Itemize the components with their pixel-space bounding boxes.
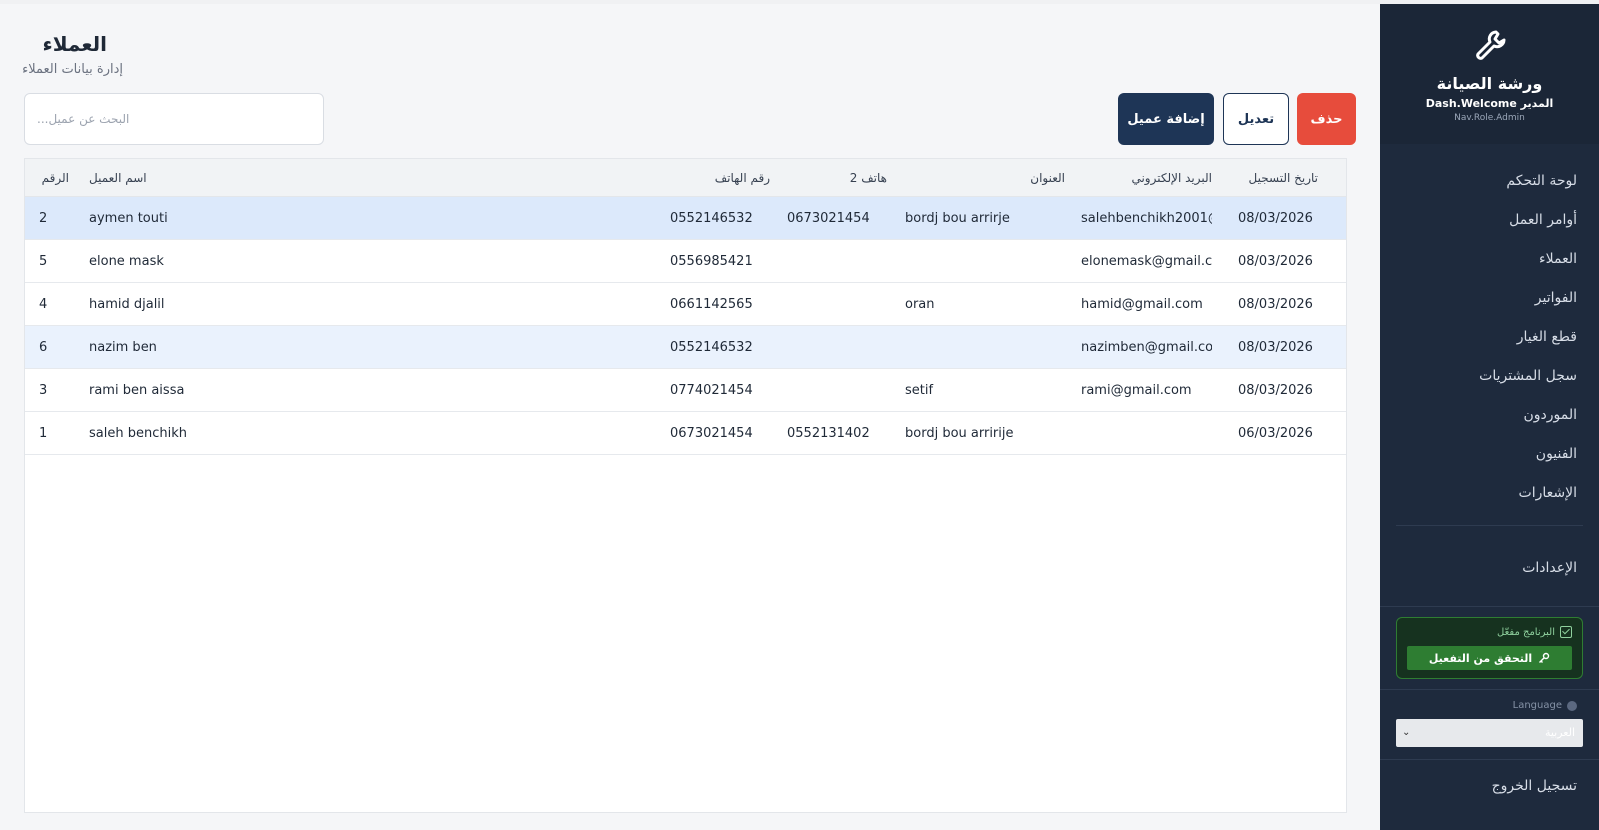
header-email[interactable]: البريد الإلكتروني xyxy=(1081,159,1212,197)
divider xyxy=(1380,689,1599,690)
page-subtitle: إدارة بيانات العملاء xyxy=(22,62,123,77)
cell-name: aymen touti xyxy=(89,211,168,226)
cell-num: 4 xyxy=(39,297,48,312)
logout-button[interactable]: تسجيل الخروج xyxy=(1380,778,1599,794)
table-row[interactable]: 2 aymen touti 0552146532 0673021454 bord… xyxy=(25,197,1346,240)
user-role: Nav.Role.Admin xyxy=(1454,113,1525,123)
verify-activation-label: التحقق من التفعيل xyxy=(1428,651,1533,665)
sidebar-item-technicians[interactable]: الفنيون xyxy=(1380,435,1599,474)
table-row[interactable]: 3 rami ben aissa 0774021454 setif rami@g… xyxy=(25,369,1346,412)
key-icon xyxy=(1539,652,1550,663)
cell-num: 1 xyxy=(39,426,48,441)
cell-date: 08/03/2026 xyxy=(1238,211,1313,226)
header-address[interactable]: العنوان xyxy=(905,159,1065,197)
wrench-icon xyxy=(1470,26,1510,66)
divider xyxy=(1396,525,1583,526)
chevron-down-icon: ⌄ xyxy=(1402,727,1411,738)
cell-date: 08/03/2026 xyxy=(1238,383,1313,398)
sidebar-brand: ورشة الصيانة المدير Dash.Welcome Nav.Rol… xyxy=(1380,4,1599,144)
table-header: الرقم اسم العميل رقم الهاتف هاتف 2 العنو… xyxy=(25,159,1346,197)
license-status: البرنامج مفعّل xyxy=(1407,626,1572,638)
language-select[interactable]: العربية ⌄ xyxy=(1396,719,1583,747)
cell-name: nazim ben xyxy=(89,340,157,355)
cell-name: hamid djalil xyxy=(89,297,165,312)
cell-email: nazimben@gmail.com xyxy=(1081,340,1212,355)
license-status-text: البرنامج مفعّل xyxy=(1497,626,1555,638)
globe-icon xyxy=(1567,700,1577,711)
brand-title: ورشة الصيانة xyxy=(1436,74,1543,93)
customers-table: الرقم اسم العميل رقم الهاتف هاتف 2 العنو… xyxy=(24,158,1347,813)
cell-address: bordj bou arririje xyxy=(905,426,1014,441)
language-select-value: العربية xyxy=(1544,726,1575,739)
sidebar-item-purchases[interactable]: سجل المشتريات xyxy=(1380,357,1599,396)
cell-email: rami@gmail.com xyxy=(1081,383,1192,398)
sidebar-item-suppliers[interactable]: الموردون xyxy=(1380,396,1599,435)
table-row[interactable]: 6 nazim ben 0552146532 nazimben@gmail.co… xyxy=(25,326,1346,369)
cell-name: saleh benchikh xyxy=(89,426,187,441)
sidebar: ورشة الصيانة المدير Dash.Welcome Nav.Rol… xyxy=(1380,4,1599,830)
cell-phone2: 0673021454 xyxy=(787,211,870,226)
language-label: Language xyxy=(1380,700,1599,711)
cell-address: bordj bou arrirje xyxy=(905,211,1010,226)
welcome-text: المدير Dash.Welcome xyxy=(1425,97,1554,110)
header-num[interactable]: الرقم xyxy=(39,159,69,197)
sidebar-item-settings[interactable]: الإعدادات xyxy=(1380,552,1599,584)
table-row[interactable]: 5 elone mask 0556985421 elonemask@gmail.… xyxy=(25,240,1346,283)
cell-date: 06/03/2026 xyxy=(1238,426,1313,441)
cell-phone: 0774021454 xyxy=(670,383,753,398)
cell-phone: 0552146532 xyxy=(670,211,753,226)
cell-phone: 0552146532 xyxy=(670,340,753,355)
cell-email: hamid@gmail.com xyxy=(1081,297,1203,312)
cell-name: elone mask xyxy=(89,254,164,269)
table-row[interactable]: 1 saleh benchikh 0673021454 0552131402 b… xyxy=(25,412,1346,455)
page-title: العملاء xyxy=(42,32,107,56)
main-content: العملاء إدارة بيانات العملاء إضافة عميل … xyxy=(22,4,1356,830)
cell-num: 3 xyxy=(39,383,48,398)
sidebar-item-dashboard[interactable]: لوحة التحكم xyxy=(1380,162,1599,201)
cell-name: rami ben aissa xyxy=(89,383,185,398)
table-row[interactable]: 4 hamid djalil 0661142565 oran hamid@gma… xyxy=(25,283,1346,326)
cell-phone: 0661142565 xyxy=(670,297,753,312)
checkbox-checked-icon xyxy=(1560,626,1572,638)
cell-phone: 0556985421 xyxy=(670,254,753,269)
divider xyxy=(1380,606,1599,607)
divider xyxy=(1380,759,1599,760)
header-name[interactable]: اسم العميل xyxy=(89,159,389,197)
license-panel: البرنامج مفعّل التحقق من التفعيل xyxy=(1396,617,1583,679)
cell-address: setif xyxy=(905,383,934,398)
sidebar-item-work-orders[interactable]: أوامر العمل xyxy=(1380,201,1599,240)
header-phone2[interactable]: هاتف 2 xyxy=(787,159,887,197)
sidebar-nav: لوحة التحكم أوامر العمل العملاء الفواتير… xyxy=(1380,144,1599,513)
add-customer-button[interactable]: إضافة عميل xyxy=(1118,93,1214,145)
cell-date: 08/03/2026 xyxy=(1238,340,1313,355)
delete-button[interactable]: حذف xyxy=(1297,93,1356,145)
cell-phone: 0673021454 xyxy=(670,426,753,441)
sidebar-item-spare-parts[interactable]: قطع الغيار xyxy=(1380,318,1599,357)
search-input[interactable] xyxy=(24,93,324,145)
cell-email: elonemask@gmail.com xyxy=(1081,254,1212,269)
cell-date: 08/03/2026 xyxy=(1238,297,1313,312)
cell-date: 08/03/2026 xyxy=(1238,254,1313,269)
sidebar-item-notifications[interactable]: الإشعارات xyxy=(1380,474,1599,513)
header-phone[interactable]: رقم الهاتف xyxy=(670,159,770,197)
cell-address: oran xyxy=(905,297,935,312)
cell-num: 5 xyxy=(39,254,48,269)
language-label-text: Language xyxy=(1512,700,1562,711)
cell-email: salehbenchikh2001@gmail.com xyxy=(1081,211,1212,226)
edit-button[interactable]: تعديل xyxy=(1223,93,1289,145)
cell-num: 2 xyxy=(39,211,48,226)
sidebar-item-customers[interactable]: العملاء xyxy=(1380,240,1599,279)
header-date[interactable]: تاريخ التسجيل xyxy=(1238,159,1318,197)
cell-num: 6 xyxy=(39,340,48,355)
sidebar-item-invoices[interactable]: الفواتير xyxy=(1380,279,1599,318)
cell-phone2: 0552131402 xyxy=(787,426,870,441)
verify-activation-button[interactable]: التحقق من التفعيل xyxy=(1407,646,1572,670)
